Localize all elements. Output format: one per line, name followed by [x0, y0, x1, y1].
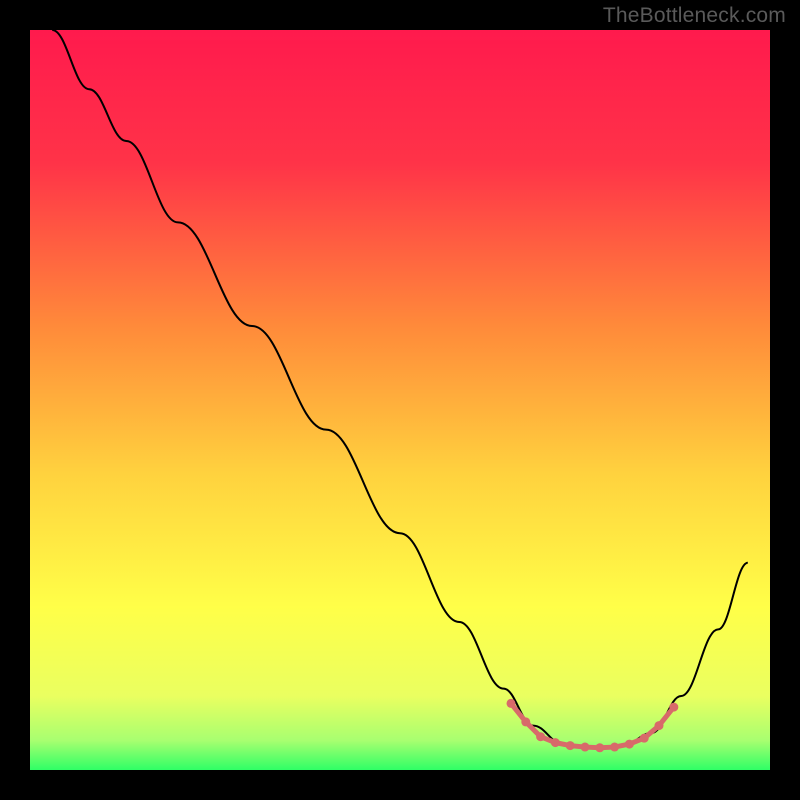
chart-container: TheBottleneck.com: [0, 0, 800, 800]
marker-dot: [640, 734, 649, 743]
marker-dot: [625, 740, 634, 749]
marker-dot: [655, 721, 664, 730]
marker-dot: [595, 743, 604, 752]
marker-dot: [551, 738, 560, 747]
watermark-text: TheBottleneck.com: [603, 4, 786, 28]
marker-dot: [610, 743, 619, 752]
marker-dot: [536, 732, 545, 741]
marker-dot: [581, 743, 590, 752]
bottleneck-chart: [0, 0, 800, 800]
marker-dot: [507, 699, 516, 708]
plot-area: [30, 30, 770, 770]
marker-dot: [566, 741, 575, 750]
marker-dot: [669, 703, 678, 712]
marker-dot: [521, 717, 530, 726]
